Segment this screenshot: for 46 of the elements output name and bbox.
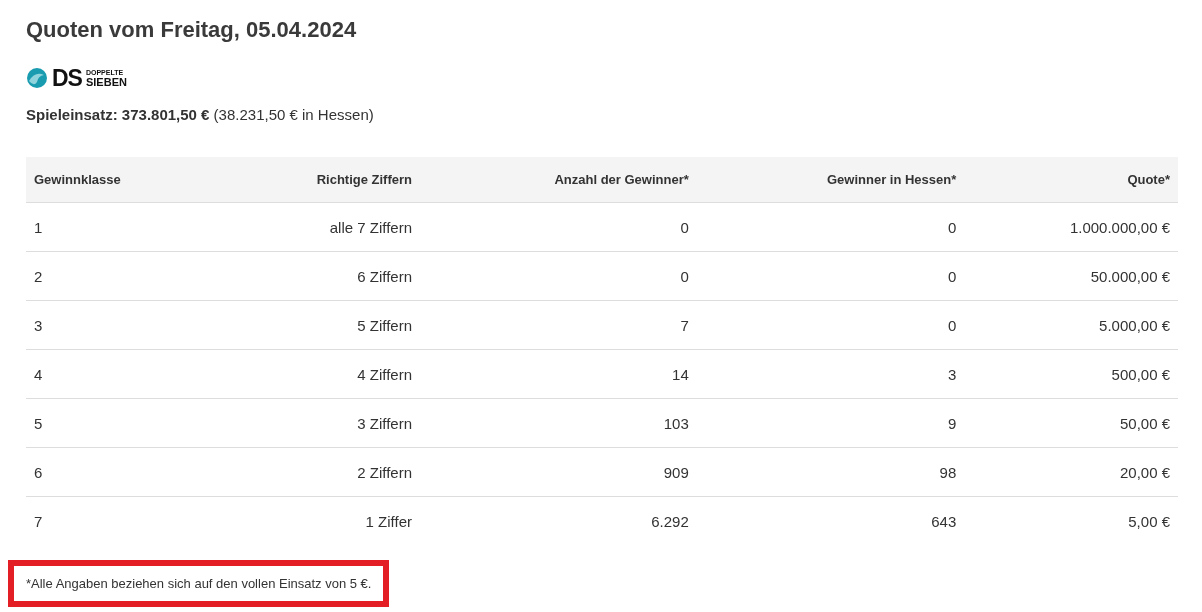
table-cell: 909 bbox=[420, 447, 697, 497]
table-cell: 5 Ziffern bbox=[215, 300, 420, 350]
table-cell: 9 bbox=[696, 398, 965, 448]
table-cell: 20,00 € bbox=[964, 447, 1178, 497]
table-cell: 6 bbox=[26, 447, 216, 497]
logo-text: SIEBEN bbox=[85, 76, 127, 88]
table-cell: 98 bbox=[696, 447, 965, 497]
table-cell: 1 bbox=[26, 202, 216, 252]
table-cell: 0 bbox=[420, 202, 697, 252]
table-cell: 2 bbox=[26, 251, 216, 301]
table-cell: 6.292 bbox=[420, 496, 697, 545]
table-cell: 1.000.000,00 € bbox=[964, 202, 1178, 252]
table-cell: 1 Ziffer bbox=[215, 496, 420, 545]
logo-mark: DS bbox=[52, 66, 82, 90]
page-title: Quoten vom Freitag, 05.04.2024 bbox=[26, 16, 358, 44]
table-cell: 4 Ziffern bbox=[215, 349, 420, 399]
column-header: Richtige Ziffern bbox=[215, 157, 420, 203]
table-cell: 50,00 € bbox=[964, 398, 1178, 448]
table-cell: 7 bbox=[26, 496, 216, 545]
table-cell: 14 bbox=[420, 349, 697, 399]
table-cell: alle 7 Ziffern bbox=[215, 202, 420, 252]
wave-logo-icon bbox=[26, 67, 48, 89]
table-cell: 0 bbox=[696, 202, 965, 252]
table-cell: 0 bbox=[696, 300, 965, 350]
table-cell: 3 bbox=[696, 349, 965, 399]
table-cell: 103 bbox=[420, 398, 697, 448]
table-cell: 643 bbox=[696, 496, 965, 545]
table-cell: 500,00 € bbox=[964, 349, 1178, 399]
column-header: Anzahl der Gewinner* bbox=[420, 157, 697, 203]
table-cell: 50.000,00 € bbox=[964, 251, 1178, 301]
table-cell: 0 bbox=[420, 251, 697, 301]
table-cell: 7 bbox=[420, 300, 697, 350]
table-cell: 2 Ziffern bbox=[215, 447, 420, 497]
column-header: Gewinnklasse bbox=[26, 157, 216, 203]
table-cell: 6 Ziffern bbox=[215, 251, 420, 301]
table-cell: 5 bbox=[26, 398, 216, 448]
table-cell: 3 Ziffern bbox=[215, 398, 420, 448]
column-header: Gewinner in Hessen* bbox=[696, 157, 965, 203]
table-cell: 0 bbox=[696, 251, 965, 301]
table-cell: 3 bbox=[26, 300, 216, 350]
footnote-text: *Alle Angaben beziehen sich auf den vollen Einsatz von 5 €. bbox=[8, 560, 390, 607]
stake-text: Spieleinsatz: 373.801,50 € (38.231,50 € in Hessen) bbox=[26, 105, 375, 125]
table-cell: 5,00 € bbox=[964, 496, 1178, 545]
column-header: Quote* bbox=[964, 157, 1178, 203]
table-cell: 5.000,00 € bbox=[964, 300, 1178, 350]
table-cell: 4 bbox=[26, 349, 216, 399]
